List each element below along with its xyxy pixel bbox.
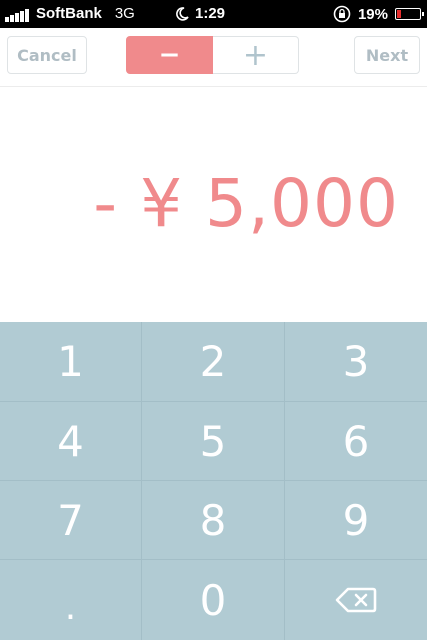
- nav-bar: Cancel − + Next: [0, 28, 427, 87]
- cancel-button[interactable]: Cancel: [7, 36, 87, 74]
- signal-strength-icon: [5, 8, 29, 22]
- amount-value: - ¥ 5,000: [93, 165, 399, 242]
- next-button[interactable]: Next: [354, 36, 420, 74]
- battery-percent: 19%: [357, 5, 388, 23]
- status-bar: SoftBank 3G 1:29 19%: [0, 0, 427, 28]
- key-1[interactable]: 1: [0, 322, 142, 402]
- key-6[interactable]: 6: [285, 402, 427, 481]
- key-decimal[interactable]: .: [0, 560, 142, 640]
- key-4[interactable]: 4: [0, 402, 142, 481]
- status-right: 19%: [333, 5, 424, 23]
- backspace-icon: [335, 587, 377, 613]
- battery-icon: [395, 8, 424, 20]
- key-0[interactable]: 0: [142, 560, 285, 640]
- key-3[interactable]: 3: [285, 322, 427, 402]
- backspace-key[interactable]: [285, 560, 427, 640]
- sign-segmented-control: − +: [126, 36, 299, 74]
- key-5[interactable]: 5: [142, 402, 285, 481]
- status-center: 1:29: [175, 5, 225, 22]
- key-7[interactable]: 7: [0, 481, 142, 560]
- network-type: 3G: [114, 5, 135, 22]
- numeric-keypad: 1 2 3 4 5 6 7 8 9 . 0: [0, 322, 427, 640]
- rotation-lock-icon: [333, 5, 351, 23]
- key-9[interactable]: 9: [285, 481, 427, 560]
- clock-time: 1:29: [195, 5, 226, 22]
- key-8[interactable]: 8: [142, 481, 285, 560]
- minus-segment[interactable]: −: [126, 36, 213, 74]
- moon-icon: [176, 6, 189, 21]
- key-2[interactable]: 2: [142, 322, 285, 402]
- amount-display-area: - ¥ 5,000: [0, 87, 427, 322]
- plus-segment[interactable]: +: [213, 36, 299, 74]
- carrier-label: SoftBank: [36, 5, 102, 22]
- status-left: SoftBank 3G: [5, 5, 135, 22]
